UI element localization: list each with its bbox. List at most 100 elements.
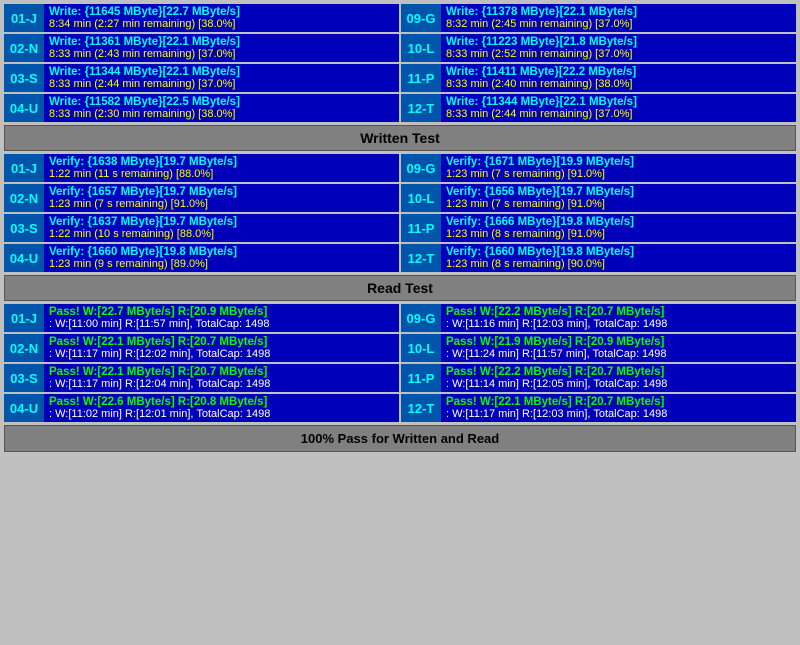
drive-id-right: 12-T (401, 394, 441, 422)
right-cell: 09-GPass! W:[22.2 MByte/s] R:[20.7 MByte… (401, 304, 796, 332)
drive-id-left: 01-J (4, 304, 44, 332)
data-block-left: Pass! W:[22.6 MByte/s] R:[20.8 MByte/s]:… (44, 394, 399, 422)
left-cell: 02-NPass! W:[22.1 MByte/s] R:[20.7 MByte… (4, 334, 399, 362)
data-block-left: Verify: {1638 MByte}[19.7 MByte/s]1:22 m… (44, 154, 399, 182)
data-block-right: Write: {11344 MByte}[22.1 MByte/s]8:33 m… (441, 94, 796, 122)
left-cell: 04-UVerify: {1660 MByte}[19.8 MByte/s]1:… (4, 244, 399, 272)
drive-id-right: 10-L (401, 34, 441, 62)
line2-right: : W:[11:14 min] R:[12:05 min], TotalCap:… (446, 378, 791, 390)
right-cell: 12-TVerify: {1660 MByte}[19.8 MByte/s]1:… (401, 244, 796, 272)
main-container: 01-JWrite: {11645 MByte}[22.7 MByte/s]8:… (0, 0, 800, 456)
line1-right: Write: {11223 MByte}[21.8 MByte/s] (446, 36, 791, 48)
line1-left: Write: {11361 MByte}[22.1 MByte/s] (49, 36, 394, 48)
data-block-left: Verify: {1657 MByte}[19.7 MByte/s]1:23 m… (44, 184, 399, 212)
written-test-divider: Written Test (4, 125, 796, 151)
data-block-left: Write: {11582 MByte}[22.5 MByte/s]8:33 m… (44, 94, 399, 122)
line2-left: 8:33 min (2:44 min remaining) [37.0%] (49, 78, 394, 90)
right-cell: 11-PWrite: {11411 MByte}[22.2 MByte/s]8:… (401, 64, 796, 92)
data-block-right: Pass! W:[21.9 MByte/s] R:[20.9 MByte/s]:… (441, 334, 796, 362)
drive-id-right: 09-G (401, 304, 441, 332)
data-block-right: Verify: {1671 MByte}[19.9 MByte/s]1:23 m… (441, 154, 796, 182)
data-block-right: Verify: {1656 MByte}[19.7 MByte/s]1:23 m… (441, 184, 796, 212)
left-cell: 03-SPass! W:[22.1 MByte/s] R:[20.7 MByte… (4, 364, 399, 392)
line1-left: Pass! W:[22.7 MByte/s] R:[20.9 MByte/s] (49, 306, 394, 318)
line1-left: Pass! W:[22.6 MByte/s] R:[20.8 MByte/s] (49, 396, 394, 408)
data-block-left: Write: {11645 MByte}[22.7 MByte/s]8:34 m… (44, 4, 399, 32)
drive-id-right: 11-P (401, 64, 441, 92)
line1-right: Write: {11378 MByte}[22.1 MByte/s] (446, 6, 791, 18)
row: 03-SVerify: {1637 MByte}[19.7 MByte/s]1:… (4, 214, 796, 242)
left-cell: 01-JVerify: {1638 MByte}[19.7 MByte/s]1:… (4, 154, 399, 182)
line2-right: : W:[11:24 min] R:[11:57 min], TotalCap:… (446, 348, 791, 360)
line1-right: Pass! W:[21.9 MByte/s] R:[20.9 MByte/s] (446, 336, 791, 348)
line2-left: 1:22 min (11 s remaining) [88.0%] (49, 168, 394, 180)
left-cell: 02-NWrite: {11361 MByte}[22.1 MByte/s]8:… (4, 34, 399, 62)
drive-id-left: 02-N (4, 184, 44, 212)
line1-right: Pass! W:[22.2 MByte/s] R:[20.7 MByte/s] (446, 306, 791, 318)
line2-left: 8:33 min (2:30 min remaining) [38.0%] (49, 108, 394, 120)
row: 01-JVerify: {1638 MByte}[19.7 MByte/s]1:… (4, 154, 796, 182)
line2-right: 8:33 min (2:44 min remaining) [37.0%] (446, 108, 791, 120)
line1-left: Pass! W:[22.1 MByte/s] R:[20.7 MByte/s] (49, 336, 394, 348)
line2-right: 1:23 min (8 s remaining) [91.0%] (446, 228, 791, 240)
right-cell: 11-PPass! W:[22.2 MByte/s] R:[20.7 MByte… (401, 364, 796, 392)
data-block-left: Pass! W:[22.1 MByte/s] R:[20.7 MByte/s]:… (44, 334, 399, 362)
right-cell: 09-GWrite: {11378 MByte}[22.1 MByte/s]8:… (401, 4, 796, 32)
right-cell: 11-PVerify: {1666 MByte}[19.8 MByte/s]1:… (401, 214, 796, 242)
left-cell: 03-SVerify: {1637 MByte}[19.7 MByte/s]1:… (4, 214, 399, 242)
line2-left: 1:23 min (7 s remaining) [91.0%] (49, 198, 394, 210)
line2-left: 1:23 min (9 s remaining) [89.0%] (49, 258, 394, 270)
drive-id-left: 02-N (4, 34, 44, 62)
read-test-label: Read Test (367, 280, 433, 296)
line2-left: : W:[11:17 min] R:[12:02 min], TotalCap:… (49, 348, 394, 360)
bottom-bar: 100% Pass for Written and Read (4, 425, 796, 452)
drive-id-left: 01-J (4, 4, 44, 32)
line2-right: : W:[11:16 min] R:[12:03 min], TotalCap:… (446, 318, 791, 330)
line2-right: 1:23 min (7 s remaining) [91.0%] (446, 168, 791, 180)
right-cell: 12-TWrite: {11344 MByte}[22.1 MByte/s]8:… (401, 94, 796, 122)
line2-left: 1:22 min (10 s remaining) [88.0%] (49, 228, 394, 240)
line2-left: 8:34 min (2:27 min remaining) [38.0%] (49, 18, 394, 30)
drive-id-left: 03-S (4, 64, 44, 92)
row: 02-NWrite: {11361 MByte}[22.1 MByte/s]8:… (4, 34, 796, 62)
line1-left: Verify: {1637 MByte}[19.7 MByte/s] (49, 216, 394, 228)
right-cell: 10-LPass! W:[21.9 MByte/s] R:[20.9 MByte… (401, 334, 796, 362)
data-block-right: Pass! W:[22.2 MByte/s] R:[20.7 MByte/s]:… (441, 304, 796, 332)
line1-left: Write: {11645 MByte}[22.7 MByte/s] (49, 6, 394, 18)
data-block-left: Verify: {1660 MByte}[19.8 MByte/s]1:23 m… (44, 244, 399, 272)
data-block-left: Write: {11344 MByte}[22.1 MByte/s]8:33 m… (44, 64, 399, 92)
line1-left: Write: {11582 MByte}[22.5 MByte/s] (49, 96, 394, 108)
data-block-right: Verify: {1660 MByte}[19.8 MByte/s]1:23 m… (441, 244, 796, 272)
drive-id-right: 10-L (401, 334, 441, 362)
read-test-divider: Read Test (4, 275, 796, 301)
data-block-left: Pass! W:[22.7 MByte/s] R:[20.9 MByte/s]:… (44, 304, 399, 332)
data-block-right: Verify: {1666 MByte}[19.8 MByte/s]1:23 m… (441, 214, 796, 242)
line1-left: Write: {11344 MByte}[22.1 MByte/s] (49, 66, 394, 78)
drive-id-right: 10-L (401, 184, 441, 212)
drive-id-left: 02-N (4, 334, 44, 362)
right-cell: 09-GVerify: {1671 MByte}[19.9 MByte/s]1:… (401, 154, 796, 182)
verify-section: 01-JVerify: {1638 MByte}[19.7 MByte/s]1:… (4, 154, 796, 272)
row: 02-NPass! W:[22.1 MByte/s] R:[20.7 MByte… (4, 334, 796, 362)
drive-id-left: 04-U (4, 94, 44, 122)
drive-id-left: 01-J (4, 154, 44, 182)
left-cell: 04-UWrite: {11582 MByte}[22.5 MByte/s]8:… (4, 94, 399, 122)
line1-left: Pass! W:[22.1 MByte/s] R:[20.7 MByte/s] (49, 366, 394, 378)
line2-left: : W:[11:17 min] R:[12:04 min], TotalCap:… (49, 378, 394, 390)
data-block-left: Write: {11361 MByte}[22.1 MByte/s]8:33 m… (44, 34, 399, 62)
line2-left: 8:33 min (2:43 min remaining) [37.0%] (49, 48, 394, 60)
line2-left: : W:[11:00 min] R:[11:57 min], TotalCap:… (49, 318, 394, 330)
left-cell: 03-SWrite: {11344 MByte}[22.1 MByte/s]8:… (4, 64, 399, 92)
right-cell: 10-LVerify: {1656 MByte}[19.7 MByte/s]1:… (401, 184, 796, 212)
line2-right: 8:33 min (2:40 min remaining) [38.0%] (446, 78, 791, 90)
row: 04-UWrite: {11582 MByte}[22.5 MByte/s]8:… (4, 94, 796, 122)
line1-right: Write: {11344 MByte}[22.1 MByte/s] (446, 96, 791, 108)
write-section: 01-JWrite: {11645 MByte}[22.7 MByte/s]8:… (4, 4, 796, 122)
row: 01-JWrite: {11645 MByte}[22.7 MByte/s]8:… (4, 4, 796, 32)
line1-right: Verify: {1660 MByte}[19.8 MByte/s] (446, 246, 791, 258)
drive-id-right: 11-P (401, 214, 441, 242)
line1-right: Verify: {1666 MByte}[19.8 MByte/s] (446, 216, 791, 228)
left-cell: 04-UPass! W:[22.6 MByte/s] R:[20.8 MByte… (4, 394, 399, 422)
drive-id-right: 11-P (401, 364, 441, 392)
left-cell: 01-JWrite: {11645 MByte}[22.7 MByte/s]8:… (4, 4, 399, 32)
